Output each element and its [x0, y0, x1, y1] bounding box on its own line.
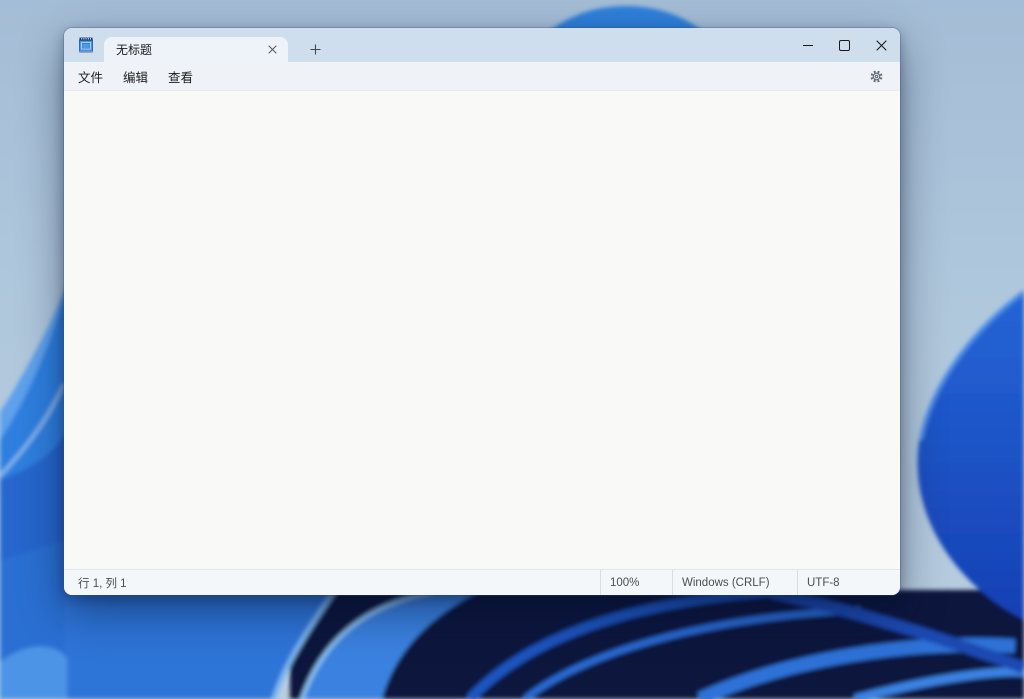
menu-view[interactable]: 查看: [158, 63, 203, 90]
status-cursor-position: 行 1, 列 1: [64, 570, 600, 595]
statusbar: 行 1, 列 1 100% Windows (CRLF) UTF-8: [64, 569, 900, 595]
minimize-icon: [803, 45, 813, 46]
settings-button[interactable]: [862, 64, 890, 88]
tab-untitled[interactable]: 无标题: [104, 37, 288, 62]
tab-title: 无标题: [104, 41, 261, 58]
desktop-wallpaper: 无标题: [0, 0, 1024, 699]
menubar: 文件 编辑 查看: [64, 62, 900, 91]
minimize-button[interactable]: [789, 28, 826, 62]
new-tab-button[interactable]: [302, 37, 328, 62]
close-icon: [268, 45, 277, 54]
tab-close-button[interactable]: [261, 40, 283, 59]
menu-file[interactable]: 文件: [68, 63, 113, 90]
titlebar[interactable]: 无标题: [64, 28, 900, 62]
notepad-window: 无标题: [64, 28, 900, 595]
window-caption-buttons: [789, 28, 900, 62]
close-button[interactable]: [863, 28, 900, 62]
status-zoom-level: 100%: [600, 570, 672, 595]
gear-icon: [869, 69, 884, 84]
status-line-ending: Windows (CRLF): [672, 570, 797, 595]
menu-edit[interactable]: 编辑: [113, 63, 158, 90]
notepad-app-icon: [77, 36, 95, 54]
maximize-icon: [839, 40, 850, 51]
maximize-button[interactable]: [826, 28, 863, 62]
status-encoding: UTF-8: [797, 570, 900, 595]
text-editor-area[interactable]: [64, 91, 900, 569]
close-icon: [876, 40, 887, 51]
plus-icon: [310, 44, 321, 55]
